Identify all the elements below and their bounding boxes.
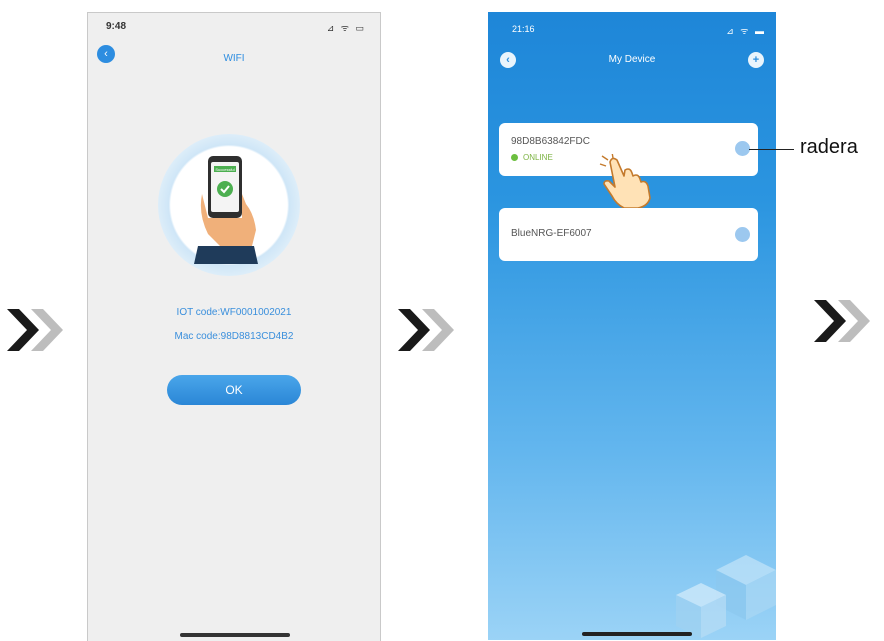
mac-code: Mac code:98D8813CD4B2 — [174, 331, 294, 342]
wifi-success-screen: 9:48 ⊿ ᯤ ▭ ‹ WIFI Successful IOT code:WF… — [87, 12, 381, 641]
status-time: 9:48 — [106, 21, 127, 32]
status-icons: ⊿ ᯤ ▬ — [726, 26, 766, 36]
online-dot-icon — [511, 154, 518, 161]
device-name: BlueNRG-EF6007 — [511, 228, 592, 239]
annotation-line — [749, 149, 794, 150]
delete-button[interactable] — [735, 141, 750, 156]
device-card[interactable]: BlueNRG-EF6007 — [499, 208, 758, 261]
success-illustration: Successful — [158, 134, 300, 276]
page-title: WIFI — [223, 53, 245, 64]
my-device-screen: 21:16 ⊿ ᯤ ▬ ‹ My Device + 98D8B63842FDC … — [488, 12, 776, 640]
status-time: 21:16 — [512, 24, 535, 34]
iot-code: IOT code:WF0001002021 — [176, 307, 292, 318]
page-title: My Device — [608, 54, 656, 65]
status-icons: ⊿ ᯤ ▭ — [326, 23, 366, 33]
home-indicator — [180, 633, 290, 637]
home-indicator — [582, 632, 692, 636]
add-device-button[interactable]: + — [748, 52, 764, 68]
delete-button[interactable] — [735, 227, 750, 242]
next-step-arrow-icon — [7, 309, 63, 351]
device-status: ONLINE — [523, 153, 553, 162]
svg-text:Successful: Successful — [215, 167, 234, 172]
next-step-arrow-icon — [398, 309, 454, 351]
tap-hand-icon — [599, 154, 651, 209]
next-step-arrow-icon — [814, 300, 870, 342]
annotation-label: radera — [800, 136, 858, 158]
decorative-cubes — [676, 555, 776, 638]
phone-in-hand-icon: Successful — [194, 156, 258, 264]
ok-button[interactable]: OK — [167, 375, 301, 405]
device-name: 98D8B63842FDC — [511, 136, 590, 147]
